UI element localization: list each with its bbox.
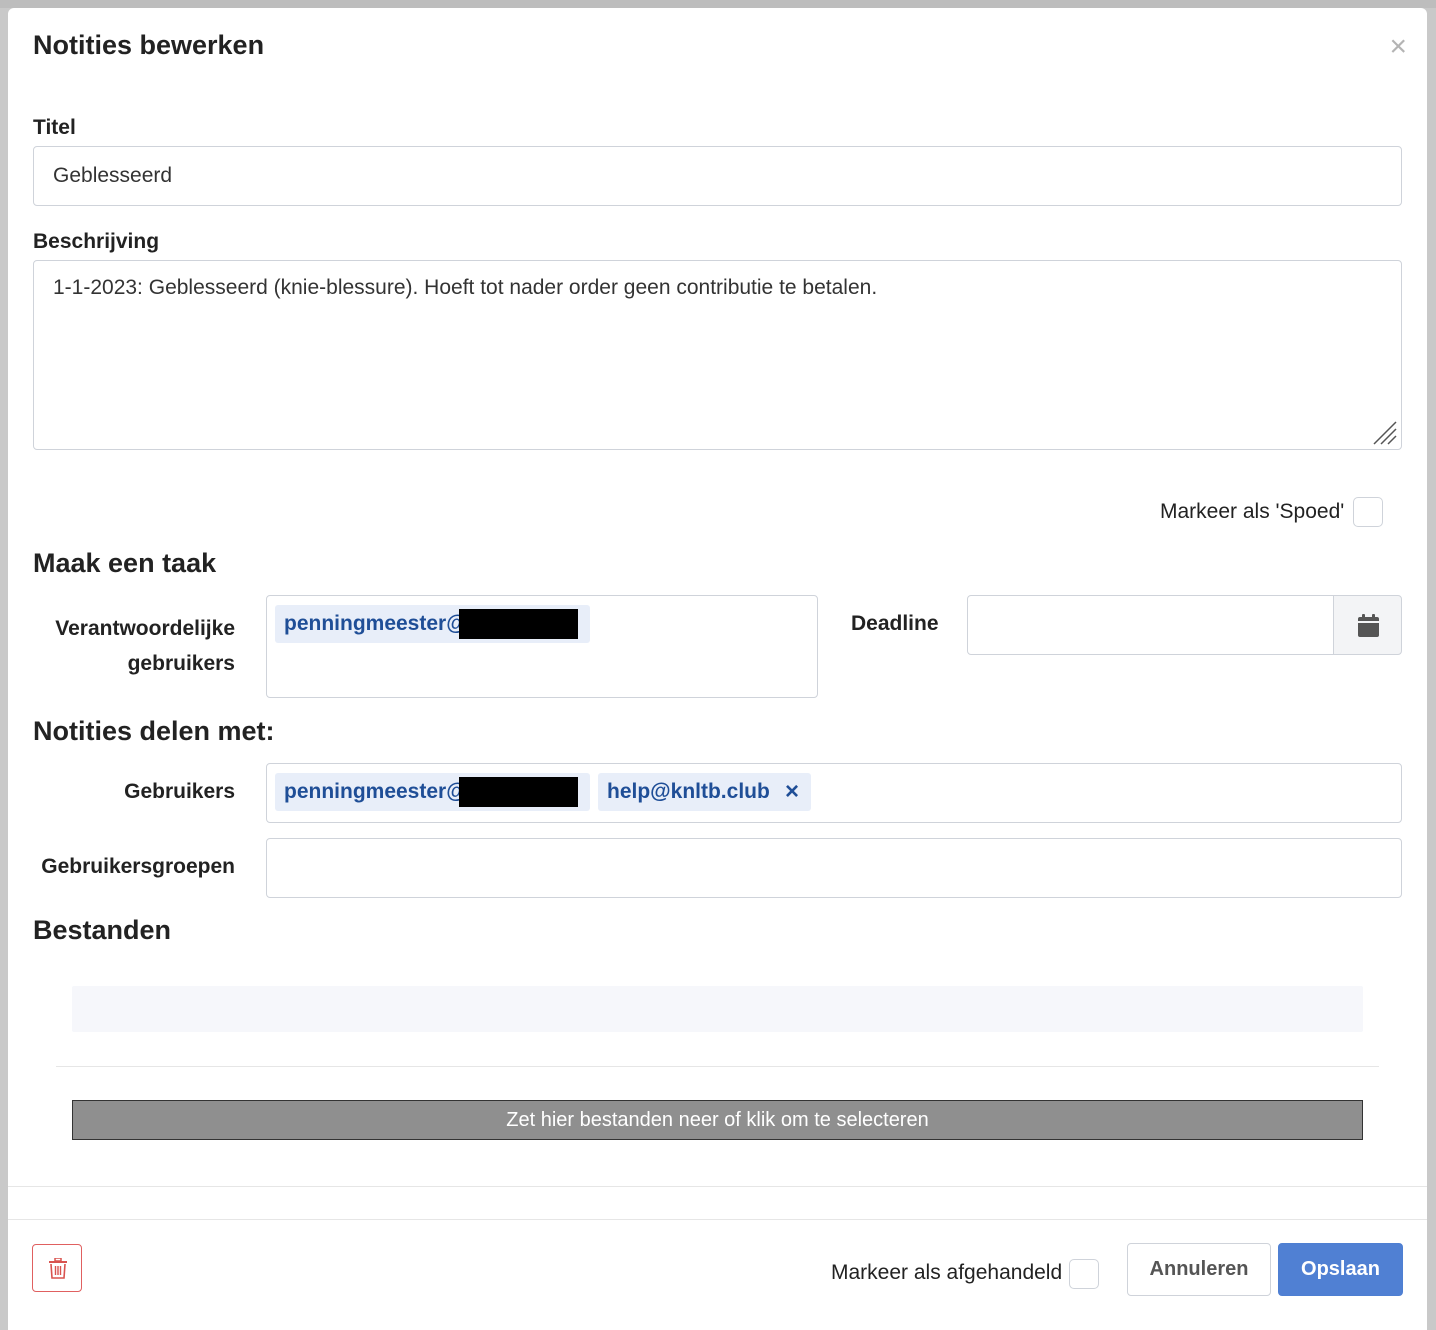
file-dropzone[interactable]: Zet hier bestanden neer of klik om te se… — [72, 1100, 1363, 1140]
responsible-users-label-line1: Verantwoordelijke — [55, 617, 235, 640]
modal-title: Notities bewerken — [33, 30, 265, 60]
responsible-users-label: Verantwoordelijke gebruikers — [28, 611, 235, 681]
share-heading: Notities delen met: — [33, 716, 275, 746]
responsible-users-label-line2: gebruikers — [127, 652, 235, 675]
cancel-button[interactable]: Annuleren — [1127, 1243, 1271, 1296]
user-tag-text: penningmeester@ — [284, 780, 467, 803]
urgent-label: Markeer als 'Spoed' — [1160, 500, 1345, 523]
user-tag: penningmeester@ — [275, 605, 590, 643]
calendar-button[interactable] — [1333, 595, 1402, 655]
edit-notes-modal: Notities bewerken × Titel Geblesseerd Be… — [8, 8, 1427, 1330]
deadline-input[interactable] — [967, 595, 1334, 655]
handled-label: Markeer als afgehandeld — [831, 1261, 1063, 1284]
urgent-checkbox[interactable] — [1353, 497, 1383, 527]
user-groups-label: Gebruikersgroepen — [41, 855, 235, 878]
title-label: Titel — [33, 116, 76, 139]
remove-tag-icon[interactable]: × — [785, 773, 799, 811]
calendar-icon — [1358, 614, 1379, 637]
share-users-label: Gebruikers — [124, 780, 235, 803]
trash-icon — [49, 1258, 67, 1279]
files-heading: Bestanden — [33, 915, 172, 945]
divider — [56, 1066, 1379, 1067]
share-users-select[interactable]: penningmeester@ help@knltb.club × — [266, 763, 1402, 823]
handled-checkbox[interactable] — [1069, 1259, 1099, 1289]
redacted-block — [459, 609, 578, 639]
title-input-value: Geblesseerd — [53, 164, 173, 187]
user-groups-select[interactable] — [266, 838, 1402, 898]
responsible-users-select[interactable]: penningmeester@ — [266, 595, 818, 698]
redacted-block — [459, 777, 578, 807]
resize-handle-icon[interactable] — [1372, 420, 1398, 446]
modal-footer: Markeer als afgehandeld Annuleren Opslaa… — [8, 1219, 1427, 1330]
file-list — [72, 986, 1363, 1032]
user-tag: help@knltb.club × — [598, 773, 811, 811]
description-textarea[interactable] — [33, 260, 1402, 450]
description-label: Beschrijving — [33, 230, 160, 253]
close-icon[interactable]: × — [1389, 32, 1407, 62]
title-input[interactable]: Geblesseerd — [33, 146, 1402, 206]
user-tag: penningmeester@ — [275, 773, 590, 811]
task-heading: Maak een taak — [33, 548, 217, 578]
user-tag-text: help@knltb.club — [607, 780, 770, 803]
save-button[interactable]: Opslaan — [1278, 1243, 1403, 1296]
deadline-label: Deadline — [851, 612, 939, 635]
divider — [8, 1186, 1427, 1187]
delete-button[interactable] — [32, 1244, 82, 1292]
user-tag-text: penningmeester@ — [284, 612, 467, 635]
background-page — [0, 0, 1436, 8]
